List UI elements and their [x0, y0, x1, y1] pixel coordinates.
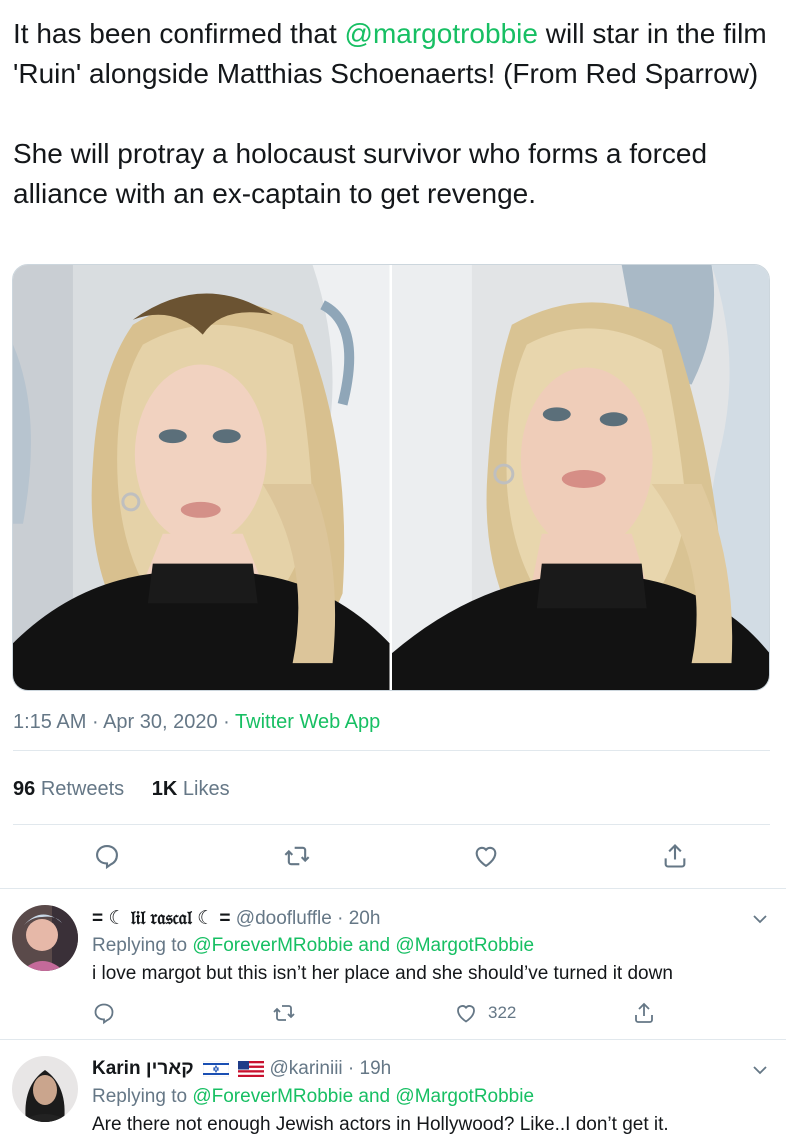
reply-text: Are there not enough Jewish actors in Ho…	[92, 1114, 669, 1135]
reply-time[interactable]: 19h	[360, 1058, 392, 1079]
like-icon	[457, 1005, 475, 1023]
reply-handle[interactable]: @doofluffle	[236, 908, 332, 929]
tweet-action-bar	[0, 838, 786, 878]
reply-display-name[interactable]: = ☾ 𝔩𝔦𝔩 𝔯𝔞𝔰𝔠𝔞𝔩 ☾ =	[92, 908, 231, 929]
reply-header: Karin קארין @kariniii · 19h	[92, 1058, 391, 1080]
like-button[interactable]: 322	[454, 1001, 516, 1025]
reply-separator: ·	[331, 908, 349, 929]
reply-icon[interactable]	[89, 838, 125, 874]
divider	[13, 824, 770, 825]
retweet-icon[interactable]	[279, 838, 315, 874]
photo-1[interactable]	[13, 265, 390, 690]
replying-prefix: Replying to	[92, 1086, 193, 1107]
tweet-time[interactable]: 1:15 AM	[13, 711, 86, 733]
replying-user-link[interactable]: @ForeverMRobbie	[192, 1086, 353, 1107]
reply-separator: ·	[342, 1058, 360, 1079]
share-icon[interactable]	[657, 838, 693, 874]
photo-2[interactable]	[391, 265, 769, 690]
us-flag-icon	[238, 1060, 265, 1077]
replying-user-link[interactable]: @MargotRobbie	[395, 935, 534, 956]
share-icon[interactable]	[632, 1001, 656, 1025]
replying-user-link[interactable]: @ForeverMRobbie	[192, 935, 353, 956]
tweet-meta: 1:15 AM · Apr 30, 2020 · Twitter Web App	[13, 711, 380, 734]
chevron-down-icon[interactable]	[748, 1058, 772, 1082]
reply-handle[interactable]: @kariniii	[270, 1058, 343, 1079]
likes-label: Likes	[182, 778, 230, 800]
reply-display-name[interactable]: Karin קארין	[92, 1058, 194, 1079]
replying-to: Replying to @ForeverMRobbie and @MargotR…	[92, 935, 534, 957]
retweets-count: 96	[13, 778, 36, 800]
replying-prefix: Replying to	[92, 935, 193, 956]
replying-and: and	[353, 1086, 396, 1107]
retweets-label: Retweets	[40, 778, 125, 800]
likes-count: 1K	[151, 778, 178, 800]
avatar[interactable]	[12, 905, 78, 971]
reply-action-bar: 322	[92, 1001, 692, 1027]
avatar[interactable]	[12, 1056, 78, 1122]
reply-tweet[interactable]: Karin קארין @kariniii · 19h Replying to …	[0, 1040, 786, 1136]
reply-time[interactable]: 20h	[349, 908, 381, 929]
tweet-source[interactable]: Twitter Web App	[235, 711, 380, 733]
like-icon[interactable]	[468, 838, 504, 874]
meta-separator: ·	[86, 711, 104, 733]
tweet-text-part: It has been confirmed that	[13, 18, 345, 49]
likes-stat[interactable]: 1K Likes	[152, 778, 230, 800]
reply-tweet[interactable]: = ☾ 𝔩𝔦𝔩 𝔯𝔞𝔰𝔠𝔞𝔩 ☾ = @doofluffle · 20h Rep…	[0, 889, 786, 1039]
reply-icon[interactable]	[92, 1001, 116, 1025]
chevron-down-icon[interactable]	[748, 907, 772, 931]
divider	[13, 750, 770, 751]
like-count: 322	[488, 1003, 517, 1022]
tweet-media	[12, 264, 770, 691]
retweet-icon[interactable]	[272, 1001, 296, 1025]
replying-and: and	[353, 935, 396, 956]
meta-separator: ·	[217, 711, 236, 733]
tweet-text-part: She will protray a holocaust survivor wh…	[13, 138, 708, 209]
israel-flag-icon	[202, 1060, 229, 1077]
tweet-date[interactable]: Apr 30, 2020	[103, 711, 218, 733]
replying-to: Replying to @ForeverMRobbie and @MargotR…	[92, 1086, 534, 1108]
tweet-stats: 96 Retweets 1K Likes	[13, 778, 252, 801]
tweet-text: It has been confirmed that @margotrobbie…	[13, 14, 773, 214]
mention-link[interactable]: @margotrobbie	[345, 18, 538, 49]
replying-user-link[interactable]: @MargotRobbie	[395, 1086, 534, 1107]
reply-text: i love margot but this isn’t her place a…	[92, 963, 673, 984]
retweets-stat[interactable]: 96 Retweets	[13, 778, 124, 800]
reply-header: = ☾ 𝔩𝔦𝔩 𝔯𝔞𝔰𝔠𝔞𝔩 ☾ = @doofluffle · 20h	[92, 907, 380, 930]
